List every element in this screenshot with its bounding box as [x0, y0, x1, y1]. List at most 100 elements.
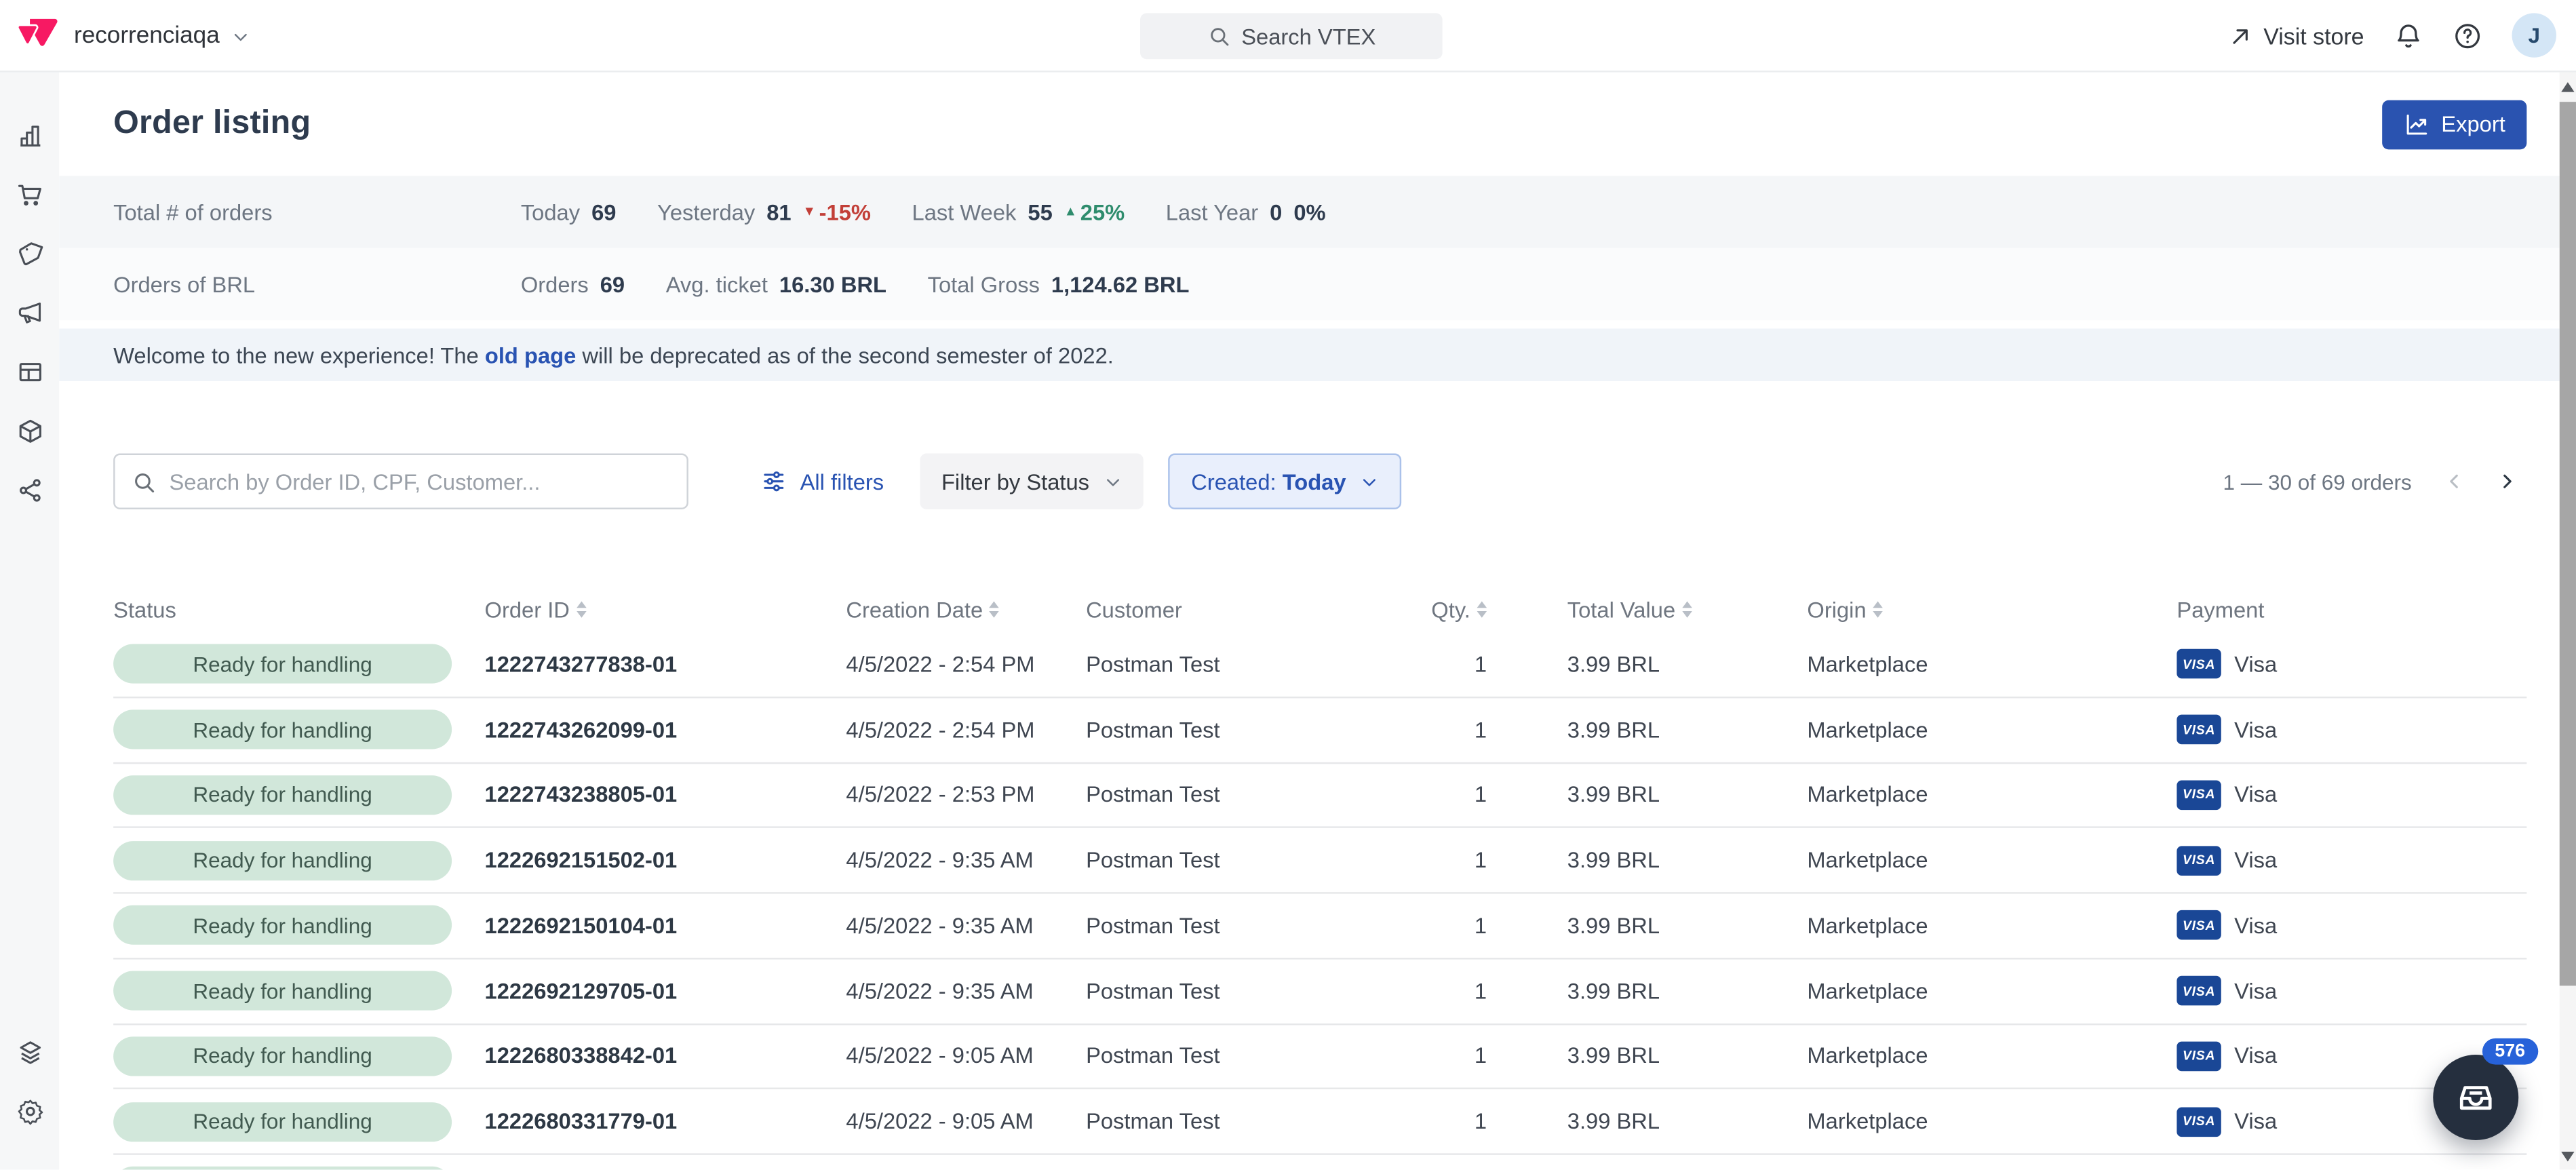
all-filters-label: All filters — [800, 469, 884, 494]
scroll-down-arrow[interactable] — [2561, 1152, 2574, 1163]
table-row[interactable]: Ready for handling1222692150104-014/5/20… — [113, 894, 2526, 959]
sidebar-item-orders[interactable] — [0, 164, 59, 223]
page-scrollbar[interactable] — [2560, 73, 2576, 1170]
sidebar-item-settings[interactable] — [0, 1081, 59, 1140]
all-filters-button[interactable]: All filters — [760, 468, 884, 494]
payment-label: Visa — [2234, 848, 2277, 872]
inbox-count-badge: 576 — [2482, 1038, 2538, 1065]
status-filter-dropdown[interactable]: Filter by Status — [920, 454, 1143, 509]
table-row[interactable]: Ready for handling1222743238805-014/5/20… — [113, 763, 2526, 828]
status-badge: Ready for handling — [113, 775, 452, 815]
sidebar-item-integrations[interactable] — [0, 460, 59, 519]
sidebar-item-analytics[interactable] — [0, 105, 59, 164]
sort-icon[interactable] — [990, 602, 1000, 618]
qty-cell: 1 — [1405, 783, 1487, 807]
topbar: recorrenciaqa Search VTEX Visit store J — [0, 0, 2576, 73]
order-search-input[interactable] — [169, 469, 670, 494]
stat-total-gross: Total Gross 1,124.62 BRL — [928, 272, 1190, 296]
column-header[interactable]: Qty. — [1405, 597, 1487, 621]
column-label: Qty. — [1431, 597, 1470, 621]
table-row[interactable]: Ready for handling1222692151502-014/5/20… — [113, 828, 2526, 893]
creation-date-cell: 4/5/2022 - 9:05 AM — [846, 1109, 1086, 1133]
order-listing-page: recorrenciaqa Search VTEX Visit store J — [0, 0, 2576, 1170]
inbox-icon — [2455, 1076, 2497, 1119]
payment-cell: VISAVisa — [2177, 650, 2526, 680]
status-cell: Ready for handling — [113, 971, 484, 1011]
column-header[interactable]: Origin — [1807, 597, 2177, 621]
table-row[interactable]: Ready for handling — [113, 1155, 2526, 1170]
sort-icon[interactable] — [577, 602, 587, 618]
help-button[interactable] — [2453, 20, 2482, 50]
user-avatar[interactable]: J — [2512, 13, 2556, 57]
column-header[interactable]: Order ID — [485, 597, 846, 621]
table-row[interactable]: Ready for handling1222692129705-014/5/20… — [113, 959, 2526, 1024]
visit-store-button[interactable]: Visit store — [2229, 22, 2364, 49]
stats-label: Total # of orders — [113, 199, 521, 224]
column-header[interactable]: Creation Date — [846, 597, 1086, 621]
global-search-button[interactable]: Search VTEX — [1140, 13, 1443, 59]
chevron-down-icon — [1361, 472, 1379, 490]
column-header: Customer — [1086, 597, 1405, 621]
global-search-label: Search VTEX — [1241, 24, 1375, 48]
table-row[interactable]: Ready for handling1222680331779-014/5/20… — [113, 1090, 2526, 1155]
scroll-up-arrow[interactable] — [2561, 82, 2574, 92]
notifications-button[interactable] — [2394, 20, 2423, 50]
customer-cell: Postman Test — [1086, 1044, 1405, 1068]
account-switcher[interactable]: recorrenciaqa — [74, 22, 249, 49]
sidebar-item-marketing[interactable] — [0, 283, 59, 342]
payment-label: Visa — [2234, 1044, 2277, 1068]
old-page-link[interactable]: old page — [485, 343, 576, 367]
column-label: Origin — [1807, 597, 1866, 621]
stat-orders: Orders 69 — [521, 272, 625, 296]
total-value-cell: 3.99 BRL — [1487, 783, 1807, 807]
layers-icon — [16, 1038, 43, 1066]
stat-today: Today 69 — [521, 199, 617, 224]
sort-icon[interactable] — [1682, 602, 1692, 618]
table-row[interactable]: Ready for handling1222743277838-014/5/20… — [113, 633, 2526, 698]
help-circle-icon — [2453, 20, 2482, 50]
status-cell: Ready for handling — [113, 906, 484, 945]
total-value-cell: 3.99 BRL — [1487, 979, 1807, 1003]
order-search-field[interactable] — [113, 454, 688, 509]
pagination: 1 — 30 of 69 orders — [2223, 462, 2526, 501]
order-id-cell: 1222680338842-01 — [485, 1044, 846, 1068]
table-row[interactable]: Ready for handling1222680338842-014/5/20… — [113, 1024, 2526, 1089]
floating-inbox: 576 — [2433, 1055, 2518, 1141]
inbox-fab-button[interactable] — [2433, 1055, 2518, 1141]
visa-icon: VISA — [2177, 1041, 2221, 1071]
origin-cell: Marketplace — [1807, 652, 2177, 676]
column-header: Payment — [2177, 597, 2526, 621]
export-button[interactable]: Export — [2382, 100, 2526, 149]
status-badge: Ready for handling — [113, 840, 452, 880]
status-cell: Ready for handling — [113, 1167, 484, 1170]
vtex-logo-icon[interactable] — [16, 14, 59, 57]
column-header: Status — [113, 597, 484, 621]
status-badge: Ready for handling — [113, 1167, 452, 1170]
qty-cell: 1 — [1405, 1109, 1487, 1133]
payment-cell: VISAVisa — [2177, 846, 2526, 876]
megaphone-icon — [16, 298, 43, 326]
table-row[interactable]: Ready for handling1222743262099-014/5/20… — [113, 698, 2526, 763]
prev-page-button[interactable] — [2435, 462, 2474, 501]
sidebar-item-storefront[interactable] — [0, 342, 59, 401]
column-header[interactable]: Total Value — [1487, 597, 1807, 621]
sort-icon[interactable] — [1873, 602, 1883, 618]
status-badge: Ready for handling — [113, 710, 452, 749]
payment-label: Visa — [2234, 652, 2277, 676]
sidebar-item-apps[interactable] — [0, 1022, 59, 1081]
customer-cell: Postman Test — [1086, 848, 1405, 872]
order-id-cell: 1222692129705-01 — [485, 979, 846, 1003]
sidebar-item-promotions[interactable] — [0, 223, 59, 282]
account-name: recorrenciaqa — [74, 22, 220, 49]
filter-toolbar: All filters Filter by Status Created: To… — [113, 454, 2526, 509]
created-filter-dropdown[interactable]: Created: Today — [1168, 454, 1402, 509]
customer-cell: Postman Test — [1086, 979, 1405, 1003]
sort-icon[interactable] — [1477, 602, 1487, 618]
origin-cell: Marketplace — [1807, 718, 2177, 742]
sidebar-item-catalog[interactable] — [0, 401, 59, 460]
scrollbar-thumb[interactable] — [2560, 102, 2576, 986]
origin-cell: Marketplace — [1807, 848, 2177, 872]
status-badge: Ready for handling — [113, 1036, 452, 1076]
next-page-button[interactable] — [2487, 462, 2526, 501]
status-cell: Ready for handling — [113, 1036, 484, 1076]
